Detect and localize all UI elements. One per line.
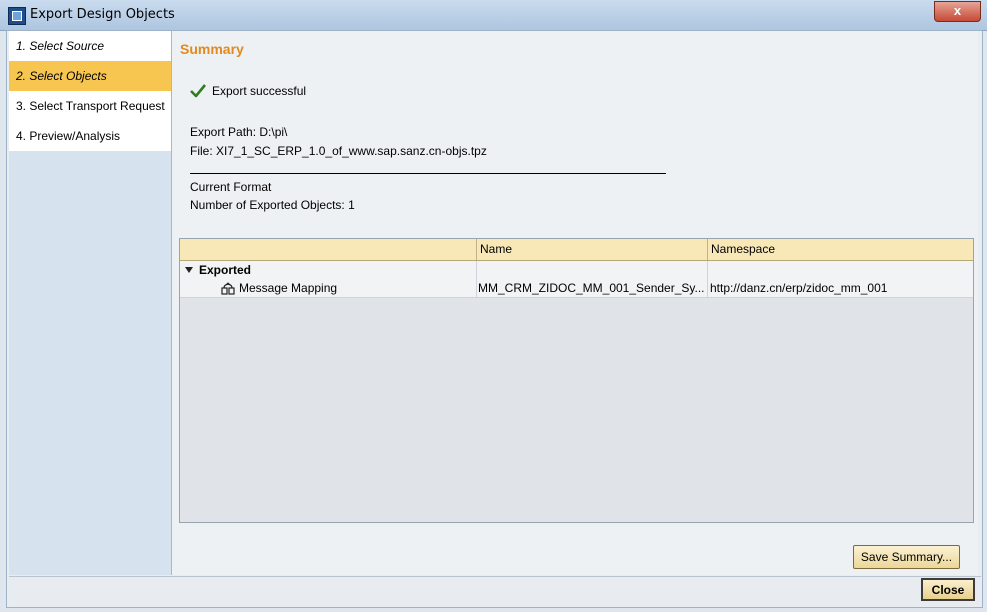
close-button[interactable]: Close — [921, 578, 975, 601]
table-header: Name Namespace — [180, 239, 973, 261]
step-select-objects[interactable]: 2. Select Objects — [9, 61, 171, 91]
row-namespace: http://danz.cn/erp/zidoc_mm_001 — [710, 281, 888, 295]
column-header-name[interactable]: Name — [477, 239, 708, 260]
save-summary-button[interactable]: Save Summary... — [853, 545, 960, 569]
summary-heading: Summary — [180, 41, 244, 57]
step-select-transport-request[interactable]: 3. Select Transport Request — [9, 91, 171, 121]
group-cell: Exported — [180, 261, 477, 279]
export-status-text: Export successful — [212, 84, 307, 98]
row-name: MM_CRM_ZIDOC_MM_001_Sender_Sy... — [477, 279, 708, 297]
divider — [190, 173, 666, 174]
export-path-text: Export Path: D:\pi\ — [190, 125, 288, 139]
exported-objects-table: Name Namespace Exported Message Mapping … — [179, 238, 974, 523]
table-row[interactable]: Message Mapping MM_CRM_ZIDOC_MM_001_Send… — [180, 279, 973, 298]
title-bar: Export Design Objects x — [0, 0, 987, 31]
export-file-text: File: XI7_1_SC_ERP_1.0_of_www.sap.sanz.c… — [190, 144, 487, 158]
step-preview-analysis[interactable]: 4. Preview/Analysis — [9, 121, 171, 151]
message-mapping-icon — [221, 282, 235, 295]
column-header-type[interactable] — [180, 239, 477, 260]
expand-triangle-icon[interactable] — [185, 267, 193, 273]
row-type-label: Message Mapping — [239, 281, 338, 295]
window-title: Export Design Objects — [30, 7, 175, 22]
steps-sidebar: 1. Select Source 2. Select Objects 3. Se… — [9, 31, 172, 575]
type-cell: Message Mapping — [180, 279, 477, 297]
window-close-button[interactable]: x — [934, 1, 981, 22]
exported-count-text: Number of Exported Objects: 1 — [190, 198, 355, 212]
group-name-cell — [477, 261, 708, 279]
step-select-source[interactable]: 1. Select Source — [9, 31, 171, 61]
button-bar — [9, 576, 981, 606]
group-namespace-cell — [708, 261, 973, 279]
column-header-namespace[interactable]: Namespace — [708, 239, 973, 260]
current-format-text: Current Format — [190, 180, 272, 194]
checkmark-icon — [190, 84, 206, 98]
app-icon — [8, 7, 26, 25]
table-group-row[interactable]: Exported — [180, 261, 973, 280]
